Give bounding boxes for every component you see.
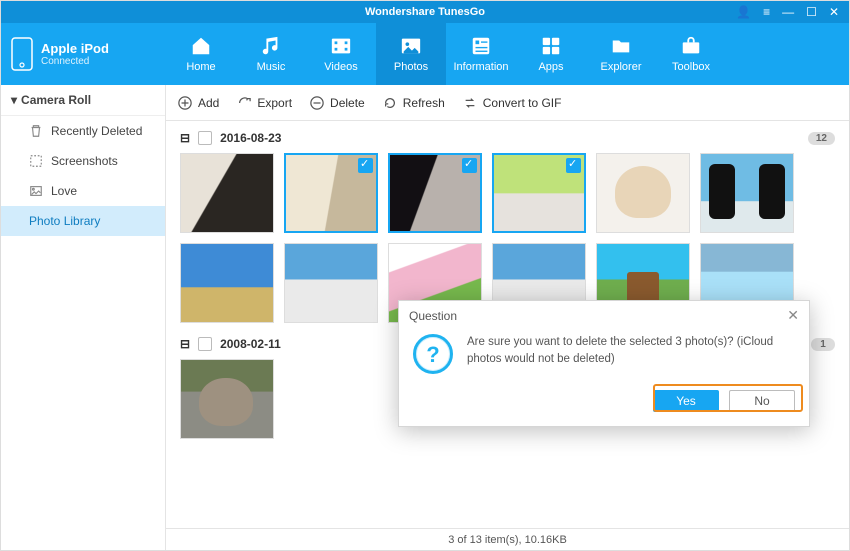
app-title: Wondershare TunesGo (1, 6, 849, 18)
photo-thumbnail[interactable] (180, 153, 274, 233)
sidebar: ▾ Camera Roll Recently Deleted Screensho… (1, 85, 166, 550)
sidebar-header[interactable]: ▾ Camera Roll (1, 85, 165, 116)
photo-thumbnail[interactable] (284, 153, 378, 233)
delete-button[interactable]: Delete (310, 96, 365, 110)
photo-thumbnail[interactable] (180, 359, 274, 439)
delete-icon (310, 96, 324, 110)
device-icon (11, 37, 33, 71)
toolbar: Add Export Delete Refresh Convert to GIF (166, 85, 849, 121)
dialog-title: Question (409, 309, 457, 323)
export-button[interactable]: Export (237, 96, 292, 110)
photo-thumbnail[interactable] (492, 153, 586, 233)
music-icon (259, 35, 283, 57)
question-icon: ? (413, 334, 453, 374)
home-icon (189, 35, 213, 57)
device-panel[interactable]: Apple iPod Connected (1, 23, 166, 85)
header: Apple iPod Connected Home Music Videos P… (1, 23, 849, 85)
photos-icon (399, 35, 423, 57)
menu-icon[interactable]: ≡ (763, 5, 770, 19)
group-date: 2008-02-11 (220, 337, 281, 351)
add-button[interactable]: Add (178, 96, 219, 110)
close-window-icon[interactable]: ✕ (829, 5, 839, 19)
app-window: Wondershare TunesGo 👤 ≡ — ☐ ✕ Apple iPod… (0, 0, 850, 551)
photo-thumbnail[interactable] (596, 153, 690, 233)
confirm-dialog: Question ✕ ? Are sure you want to delete… (398, 300, 810, 427)
convert-icon (463, 96, 477, 110)
group-checkbox[interactable] (198, 131, 212, 145)
nav-photos[interactable]: Photos (376, 23, 446, 85)
dialog-message: Are sure you want to delete the selected… (467, 334, 795, 374)
sidebar-item-love[interactable]: Love (1, 176, 165, 206)
collapse-icon[interactable]: ⊟ (180, 337, 190, 351)
nav-explorer[interactable]: Explorer (586, 23, 656, 85)
convert-button[interactable]: Convert to GIF (463, 96, 562, 110)
group-header: ⊟ 2016-08-23 12 (180, 131, 835, 145)
export-icon (237, 96, 251, 110)
photo-thumbnail[interactable] (284, 243, 378, 323)
trash-icon (29, 124, 43, 138)
group-count-badge: 1 (811, 338, 835, 351)
toolbox-icon (679, 35, 703, 57)
refresh-button[interactable]: Refresh (383, 96, 445, 110)
device-name: Apple iPod (41, 42, 109, 56)
main-panel: Add Export Delete Refresh Convert to GIF (166, 85, 849, 550)
no-button[interactable]: No (729, 390, 795, 412)
group-date: 2016-08-23 (220, 131, 281, 145)
yes-button[interactable]: Yes (653, 390, 719, 412)
maximize-icon[interactable]: ☐ (806, 5, 817, 19)
check-icon (566, 158, 581, 173)
group-checkbox[interactable] (198, 337, 212, 351)
photo-thumbnail[interactable] (700, 153, 794, 233)
nav-toolbox[interactable]: Toolbox (656, 23, 726, 85)
device-status: Connected (41, 56, 109, 67)
check-icon (462, 158, 477, 173)
check-icon (358, 158, 373, 173)
apps-icon (539, 35, 563, 57)
body: ▾ Camera Roll Recently Deleted Screensho… (1, 85, 849, 550)
close-icon[interactable]: ✕ (787, 307, 799, 324)
information-icon (469, 35, 493, 57)
sidebar-item-screenshots[interactable]: Screenshots (1, 146, 165, 176)
nav-apps[interactable]: Apps (516, 23, 586, 85)
image-icon (29, 184, 43, 198)
nav-information[interactable]: Information (446, 23, 516, 85)
title-bar: Wondershare TunesGo 👤 ≡ — ☐ ✕ (1, 1, 849, 23)
screenshot-icon (29, 154, 43, 168)
explorer-icon (609, 35, 633, 57)
plus-icon (178, 96, 192, 110)
minimize-icon[interactable]: — (782, 5, 794, 19)
photo-thumbnail[interactable] (180, 243, 274, 323)
chevron-down-icon: ▾ (11, 93, 17, 107)
nav-videos[interactable]: Videos (306, 23, 376, 85)
photo-thumbnail[interactable] (388, 153, 482, 233)
nav-music[interactable]: Music (236, 23, 306, 85)
user-icon[interactable]: 👤 (736, 5, 751, 19)
nav-home[interactable]: Home (166, 23, 236, 85)
sidebar-item-recently-deleted[interactable]: Recently Deleted (1, 116, 165, 146)
refresh-icon (383, 96, 397, 110)
thumbnail-grid (180, 153, 835, 323)
main-nav: Home Music Videos Photos Information App… (166, 23, 726, 85)
sidebar-item-photo-library[interactable]: Photo Library (1, 206, 165, 236)
status-bar: 3 of 13 item(s), 10.16KB (166, 528, 849, 550)
group-count-badge: 12 (808, 132, 835, 145)
collapse-icon[interactable]: ⊟ (180, 131, 190, 145)
videos-icon (329, 35, 353, 57)
